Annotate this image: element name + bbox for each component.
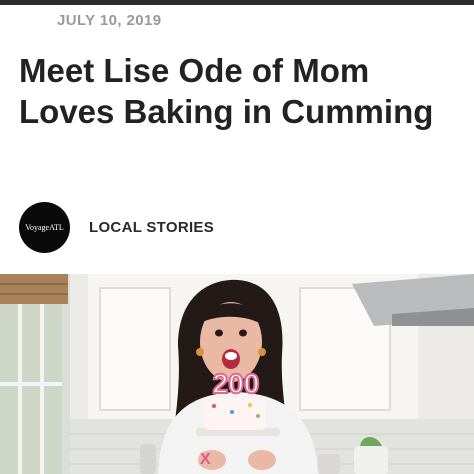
hero-photo[interactable]: 200 X (0, 274, 474, 474)
publisher-avatar[interactable]: VoyageATL (19, 201, 70, 253)
category-link[interactable]: LOCAL STORIES (89, 219, 214, 236)
article-title[interactable]: Meet Lise Ode of Mom Loves Baking in Cum… (19, 50, 459, 132)
sprinkle (212, 404, 216, 408)
candle-number: 200 (213, 368, 260, 399)
left-earring (196, 348, 204, 356)
mixer (140, 444, 156, 474)
top-divider-bar (0, 0, 474, 5)
cabinet-door (99, 287, 171, 411)
sprinkle (248, 403, 252, 407)
right-eye (239, 329, 247, 337)
counter-jar (354, 446, 388, 474)
byline: VoyageATL LOCAL STORIES (19, 201, 459, 253)
sprinkle (256, 414, 260, 418)
woven-shade (0, 274, 68, 304)
right-hand (248, 450, 276, 470)
shirt-print: X (200, 451, 211, 468)
teeth (225, 352, 237, 360)
left-eye (215, 329, 223, 337)
window-glass (0, 304, 62, 474)
counter-canister (318, 454, 340, 474)
right-earring (258, 348, 266, 356)
hero-illustration: 200 X (0, 274, 474, 474)
cake (204, 398, 266, 430)
article-date: JULY 10, 2019 (57, 12, 162, 29)
publisher-avatar-text: VoyageATL (25, 222, 64, 232)
sprinkle (230, 410, 234, 414)
